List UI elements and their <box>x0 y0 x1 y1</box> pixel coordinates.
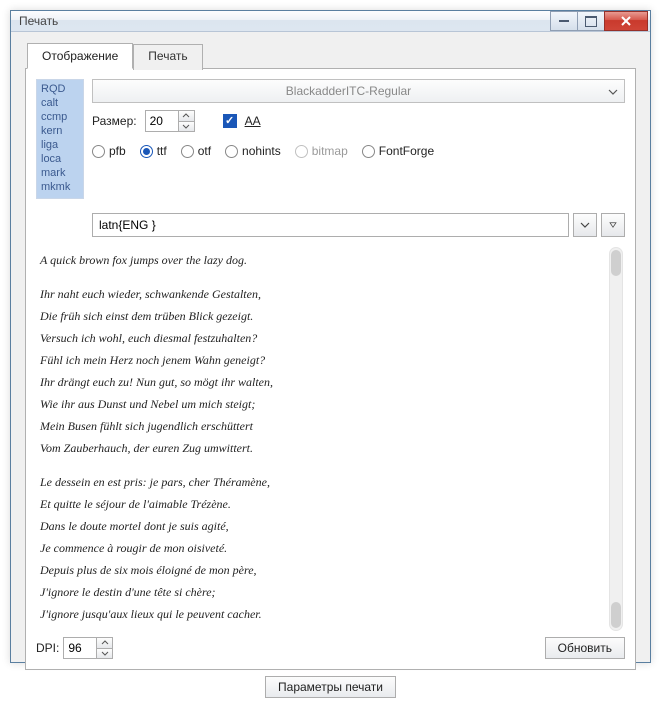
feature-item[interactable]: liga <box>41 138 79 152</box>
preview-line: J'ignore le destin d'une tête si chère; <box>40 581 605 603</box>
radio-fontforge[interactable] <box>362 145 375 158</box>
feature-item[interactable]: mkmk <box>41 180 79 194</box>
script-row <box>92 213 625 237</box>
tab-print[interactable]: Печать <box>133 44 202 70</box>
tab-bar: Отображение Печать <box>25 42 636 68</box>
refresh-button[interactable]: Обновить <box>545 637 625 659</box>
tab-panel: RQD calt ccmp kern liga loca mark mkmk B… <box>25 68 636 670</box>
upper-right: BlackadderITC-Regular Размер: <box>92 79 625 199</box>
footer: Параметры печати <box>25 670 636 700</box>
preview-wrap: A quick brown fox jumps over the lazy do… <box>36 243 625 631</box>
radio-nohints[interactable] <box>225 145 238 158</box>
upper-row: RQD calt ccmp kern liga loca mark mkmk B… <box>36 79 625 199</box>
spin-down[interactable] <box>179 122 194 132</box>
size-input[interactable] <box>146 111 178 131</box>
preview-text: A quick brown fox jumps over the lazy do… <box>36 243 607 631</box>
aa-label[interactable]: AA <box>245 114 261 128</box>
preview-line: Die früh sich einst dem trüben Blick gez… <box>40 305 605 327</box>
preview-line: J'ignore jusqu'aux lieux qui le peuvent … <box>40 603 605 625</box>
preview-line: Ihr naht euch wieder, schwankende Gestal… <box>40 283 605 305</box>
radio-otf-label[interactable]: otf <box>198 144 211 158</box>
scroll-thumb-bottom[interactable] <box>611 602 621 628</box>
size-label: Размер: <box>92 114 137 128</box>
feature-item[interactable]: RQD <box>41 82 79 96</box>
maximize-button[interactable] <box>577 11 605 31</box>
font-dropdown[interactable]: BlackadderITC-Regular <box>92 79 625 103</box>
preview-line: Le dessein en est pris: je pars, cher Th… <box>40 471 605 493</box>
minimize-button[interactable] <box>550 11 578 31</box>
tab-display[interactable]: Отображение <box>27 43 133 69</box>
feature-item[interactable]: calt <box>41 96 79 110</box>
dpi-input[interactable] <box>64 638 96 658</box>
feature-list[interactable]: RQD calt ccmp kern liga loca mark mkmk <box>36 79 84 199</box>
aa-checkbox[interactable] <box>223 114 237 128</box>
radio-fontforge-label[interactable]: FontForge <box>379 144 434 158</box>
dpi-spinner[interactable] <box>63 637 113 659</box>
scroll-thumb-top[interactable] <box>611 250 621 276</box>
feature-item[interactable]: mark <box>41 166 79 180</box>
script-filter-button[interactable] <box>601 213 625 237</box>
spin-up[interactable] <box>179 111 194 122</box>
print-window: Печать Отображение Печать RQD calt ccmp … <box>10 10 651 663</box>
radio-bitmap-label: bitmap <box>312 144 348 158</box>
preview-line: Dans le doute mortel dont je suis agité, <box>40 515 605 537</box>
radio-ttf-label[interactable]: ttf <box>157 144 167 158</box>
script-input[interactable] <box>92 213 569 237</box>
font-name: BlackadderITC-Regular <box>286 84 411 98</box>
chevron-down-icon <box>608 84 618 98</box>
spin-down[interactable] <box>97 649 112 659</box>
preview-scrollbar[interactable] <box>607 243 625 631</box>
script-dropdown-button[interactable] <box>573 213 597 237</box>
window-controls <box>551 11 648 31</box>
bottom-row: DPI: Обновить <box>36 631 625 659</box>
titlebar[interactable]: Печать <box>11 11 650 32</box>
preview-line: Et quitte le séjour de l'aimable Trézène… <box>40 493 605 515</box>
spin-up[interactable] <box>97 638 112 649</box>
dpi-label: DPI: <box>36 641 59 655</box>
format-row: pfb ttf otf nohints bitmap FontForge <box>92 139 625 163</box>
size-row: Размер: AA <box>92 109 625 133</box>
preview-line: Mein Busen fühlt sich jugendlich erschüt… <box>40 415 605 437</box>
preview-line: A quick brown fox jumps over the lazy do… <box>40 249 605 271</box>
window-title: Печать <box>19 14 551 28</box>
radio-nohints-label[interactable]: nohints <box>242 144 281 158</box>
radio-pfb[interactable] <box>92 145 105 158</box>
radio-bitmap <box>295 145 308 158</box>
preview-line: Versuch ich wohl, euch diesmal festzuhal… <box>40 327 605 349</box>
scroll-track[interactable] <box>609 247 623 631</box>
radio-pfb-label[interactable]: pfb <box>109 144 126 158</box>
preview-line: Wie ihr aus Dunst und Nebel um mich stei… <box>40 393 605 415</box>
size-spinner[interactable] <box>145 110 195 132</box>
preview-line: Ihr drängt euch zu! Nun gut, so mögt ihr… <box>40 371 605 393</box>
feature-item[interactable]: loca <box>41 152 79 166</box>
preview-line: Vom Zauberhauch, der euren Zug umwittert… <box>40 437 605 459</box>
radio-ttf[interactable] <box>140 145 153 158</box>
print-params-button[interactable]: Параметры печати <box>265 676 396 698</box>
radio-otf[interactable] <box>181 145 194 158</box>
close-button[interactable] <box>604 11 648 31</box>
content-area: Отображение Печать RQD calt ccmp kern li… <box>11 32 650 708</box>
feature-item[interactable]: ccmp <box>41 110 79 124</box>
preview-line: Je commence à rougir de mon oisiveté. <box>40 537 605 559</box>
preview-line: Depuis plus de six mois éloigné de mon p… <box>40 559 605 581</box>
preview-line: Fühl ich mein Herz noch jenem Wahn genei… <box>40 349 605 371</box>
feature-item[interactable]: kern <box>41 124 79 138</box>
